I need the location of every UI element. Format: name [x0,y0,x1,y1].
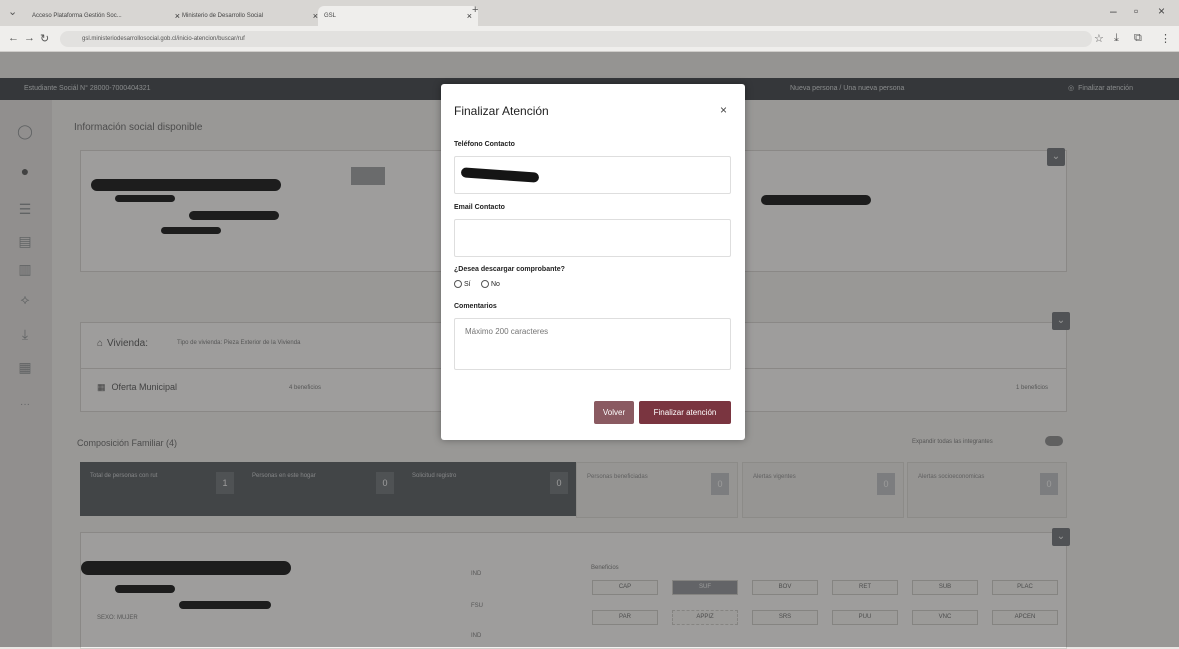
email-input[interactable] [454,219,731,257]
new-tab-icon[interactable]: + [472,4,478,16]
telefono-label: Teléfono Contacto [454,141,515,148]
comentarios-textarea[interactable] [454,318,731,370]
bookmark-star-icon[interactable]: ☆ [1094,32,1104,45]
back-icon[interactable]: ← [8,32,19,44]
browser-tab-2[interactable]: Ministerio de Desarrollo Social × [176,6,324,26]
telefono-input[interactable] [454,156,731,194]
modal-title: Finalizar Atención [454,104,549,118]
browser-tab-3[interactable]: GSL × [318,6,478,26]
tab-label: Ministerio de Desarrollo Social [182,13,264,19]
close-icon[interactable]: × [720,103,727,117]
radio-no[interactable]: No [481,280,500,288]
radio-si[interactable]: Sí [454,280,471,288]
comentarios-label: Comentarios [454,303,497,310]
extensions-icon[interactable]: ⧉ [1134,32,1142,45]
reload-icon[interactable]: ↻ [40,32,49,45]
download-icon[interactable]: ⤓ [1114,32,1119,45]
radio-no-label: No [491,280,500,288]
browser-tab-bar: ⌄ Acceso Plataforma Gestión Soc... × Min… [0,0,1179,26]
browser-menu-icon[interactable]: ⋮ [1160,32,1171,45]
tab-label: GSL [324,13,337,19]
redacted-phone [460,167,540,183]
radio-si-label: Sí [464,280,471,288]
email-label: Email Contacto [454,204,505,211]
maximize-icon[interactable]: ▫ [1134,4,1138,18]
radio-circle-icon [454,280,462,288]
descargar-label: ¿Desea descargar comprobante? [454,266,565,273]
volver-button[interactable]: Volver [594,401,634,424]
tab-label: Acceso Plataforma Gestión Soc... [32,13,122,19]
radio-circle-icon [481,280,489,288]
finalizar-atencion-button[interactable]: Finalizar atención [639,401,731,424]
tab-menu-icon[interactable]: ⌄ [8,5,17,18]
close-window-icon[interactable]: × [1158,4,1165,18]
browser-address-bar: ← → ↻ gsl.ministeriodesarrollosocial.gob… [0,26,1179,52]
forward-icon[interactable]: → [24,32,35,44]
finalizar-atencion-modal: Finalizar Atención × Teléfono Contacto E… [441,84,745,440]
url-input[interactable]: gsl.ministeriodesarrollosocial.gob.cl/in… [60,31,1092,47]
minimize-icon[interactable]: – [1110,4,1117,18]
browser-tab-1[interactable]: Acceso Plataforma Gestión Soc... × [26,6,186,26]
